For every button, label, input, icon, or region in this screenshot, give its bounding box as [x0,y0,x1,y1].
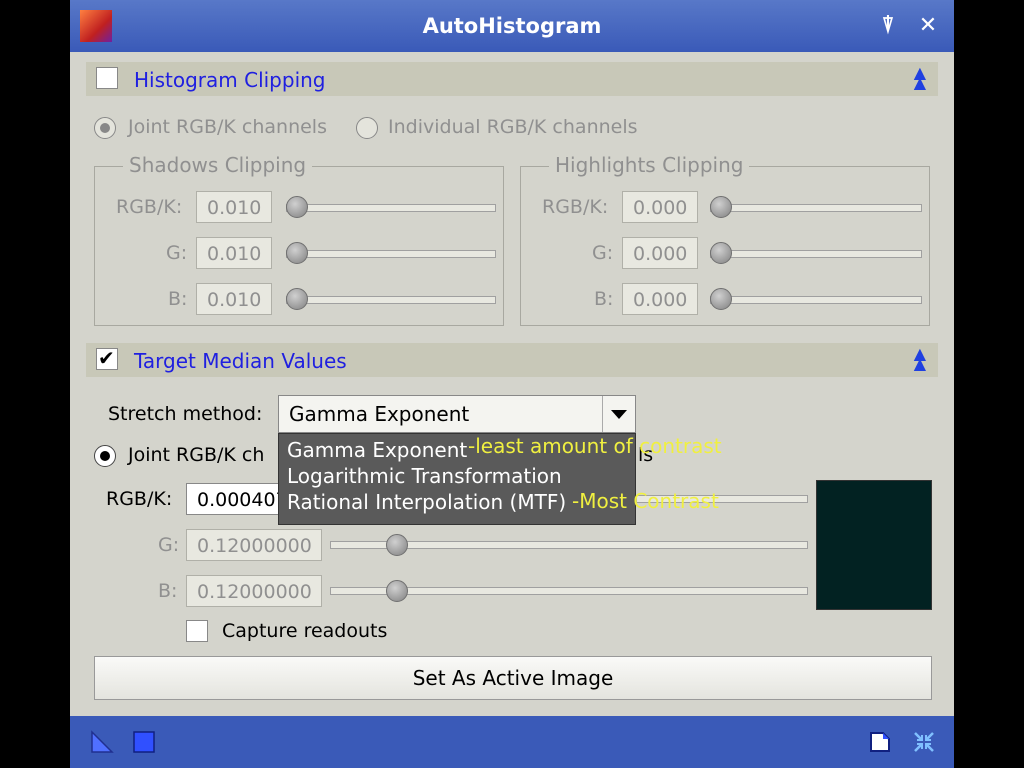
title-bar[interactable]: AutoHistogram ⍒ ✕ [70,0,954,52]
highlights-b-knob[interactable] [710,288,732,310]
section-histogram-clipping[interactable]: Histogram Clipping ▲ ▲ [86,62,938,96]
highlights-b-field[interactable]: 0.000 [622,283,698,315]
median-b-knob[interactable] [386,580,408,602]
capture-readouts-label: Capture readouts [222,620,388,642]
preview-icon[interactable] [868,730,892,754]
shadows-b-label: B: [168,288,188,310]
apply-global-icon[interactable] [132,730,156,754]
annotation-most-contrast: -Most Contrast [572,489,719,513]
histogram-clipping-label: Histogram Clipping [134,68,326,92]
highlights-g-slider[interactable] [710,250,922,258]
shadows-g-knob[interactable] [286,242,308,264]
target-median-checkbox[interactable] [96,346,118,370]
highlights-rgbk-slider[interactable] [710,204,922,212]
highlights-b-slider[interactable] [710,296,922,304]
target-median-label: Target Median Values [134,349,347,373]
color-preview-swatch [816,480,932,610]
bottom-toolbar [70,716,954,768]
shadows-b-field[interactable]: 0.010 [196,283,272,315]
highlights-rgbk-field[interactable]: 0.000 [622,191,698,223]
histogram-clipping-checkbox[interactable] [96,67,118,89]
shadows-clipping-title: Shadows Clipping [123,153,313,177]
window-title: AutoHistogram [422,14,602,38]
median-g-field[interactable]: 0.12000000 [186,529,322,561]
shadows-rgbk-label: RGB/K: [116,196,183,218]
menu-item-gamma[interactable]: Gamma Exponent [287,438,467,462]
individual-channels-radio[interactable] [356,117,378,139]
median-rgbk-label: RGB/K: [106,488,173,510]
highlights-rgbk-knob[interactable] [710,196,732,218]
highlights-b-label: B: [594,288,614,310]
median-g-label: G: [158,534,180,556]
menu-item-logarithmic[interactable]: Logarithmic Transformation [287,464,562,488]
chevron-down-icon[interactable] [602,396,635,432]
section-target-median[interactable]: Target Median Values ▲▲ [86,343,938,377]
shadows-g-label: G: [166,242,188,264]
reset-icon[interactable] [912,730,936,754]
highlights-clipping-title: Highlights Clipping [549,153,750,177]
median-g-knob[interactable] [386,534,408,556]
shadows-g-slider[interactable] [286,250,496,258]
new-instance-icon[interactable] [90,730,114,754]
joint-median-radio[interactable] [94,445,116,467]
median-b-field[interactable]: 0.12000000 [186,575,322,607]
shadows-rgbk-slider[interactable] [286,204,496,212]
joint-channels-radio[interactable] [94,117,116,139]
collapse-icon[interactable]: ▲ ▲ [914,346,926,372]
shade-icon[interactable]: ⍒ [876,14,900,38]
highlights-g-label: G: [592,242,614,264]
shadows-rgbk-field[interactable]: 0.010 [196,191,272,223]
set-as-active-image-button[interactable]: Set As Active Image [94,656,932,700]
stretch-method-value: Gamma Exponent [289,402,470,426]
capture-readouts-checkbox[interactable] [186,620,208,642]
joint-median-label: Joint RGB/K ch [128,444,265,466]
highlights-g-field[interactable]: 0.000 [622,237,698,269]
individual-channels-label: Individual RGB/K channels [388,116,638,138]
collapse-icon[interactable]: ▲ ▲ [914,65,926,91]
shadows-b-knob[interactable] [286,288,308,310]
highlights-rgbk-label: RGB/K: [542,196,609,218]
highlights-g-knob[interactable] [710,242,732,264]
autohistogram-window: AutoHistogram ⍒ ✕ Histogram Clipping ▲ ▲ … [70,0,954,768]
close-icon[interactable]: ✕ [916,14,940,38]
joint-channels-label: Joint RGB/K channels [128,116,327,138]
annotation-least-contrast: -least amount of contrast [468,434,722,458]
shadows-rgbk-knob[interactable] [286,196,308,218]
stretch-method-select[interactable]: Gamma Exponent [278,395,636,433]
shadows-b-slider[interactable] [286,296,496,304]
median-b-label: B: [158,580,178,602]
menu-item-rational[interactable]: Rational Interpolation (MTF) [287,490,566,514]
shadows-g-field[interactable]: 0.010 [196,237,272,269]
stretch-method-label: Stretch method: [108,403,263,425]
